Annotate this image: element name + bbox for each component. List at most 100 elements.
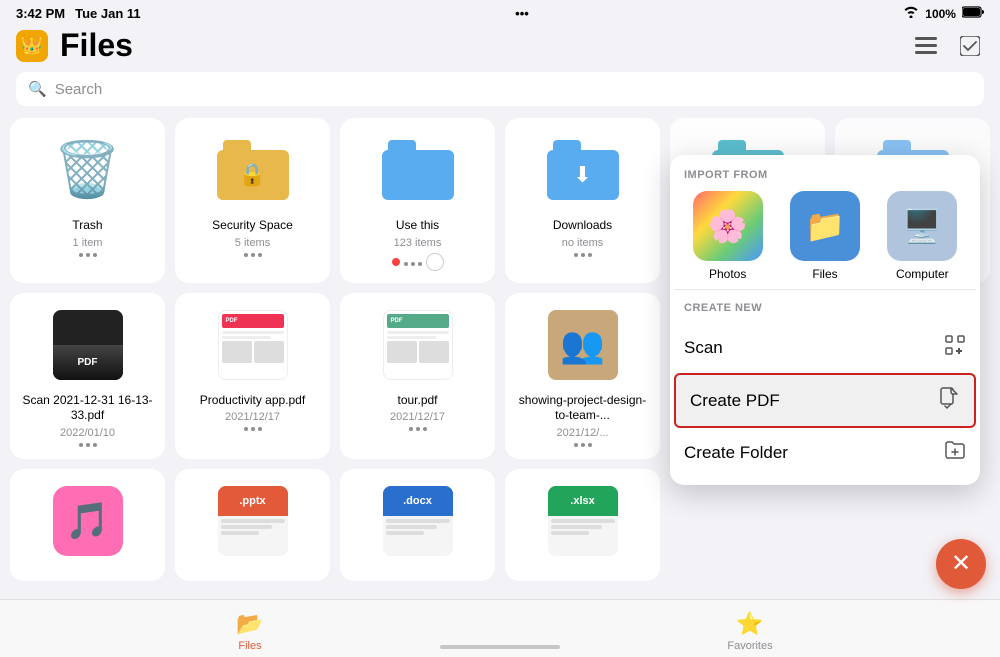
file-pptx[interactable]: .pptx bbox=[175, 469, 330, 581]
search-bar[interactable]: 🔍 Search bbox=[16, 72, 984, 106]
files-icon: 📁 bbox=[790, 191, 860, 261]
folder-icon-use-this bbox=[378, 130, 458, 210]
folder-name: Use this bbox=[396, 218, 439, 234]
status-right: 100% bbox=[903, 6, 984, 21]
file-thumb-tour: PDF bbox=[378, 305, 458, 385]
item-dots[interactable] bbox=[574, 253, 592, 257]
file-docx[interactable]: .docx bbox=[340, 469, 495, 581]
page-title: Files bbox=[60, 27, 133, 64]
favorites-tab-icon: ⭐ bbox=[736, 611, 763, 637]
create-folder-label: Create Folder bbox=[684, 443, 788, 463]
create-pdf-icon bbox=[938, 387, 960, 414]
trash-icon: 🗑️ bbox=[48, 130, 128, 210]
status-day: Tue Jan 11 bbox=[75, 6, 141, 21]
item-options bbox=[392, 253, 444, 271]
search-placeholder: Search bbox=[55, 81, 103, 98]
create-pdf-button[interactable]: Create PDF bbox=[674, 373, 976, 428]
file-thumb-pptx: .pptx bbox=[213, 481, 293, 561]
page-header: 👑 Files bbox=[0, 27, 1000, 72]
import-computer-button[interactable]: 🖥️ Computer bbox=[887, 191, 957, 281]
dropdown-menu: IMPORT FROM 🌸 Photos 📁 Files 🖥️ bbox=[670, 155, 980, 485]
create-header: CREATE NEW bbox=[670, 298, 980, 322]
folder-trash[interactable]: 🗑️ Trash 1 item bbox=[10, 118, 165, 283]
computer-icon: 🖥️ bbox=[887, 191, 957, 261]
file-date: 2021/12/17 bbox=[390, 411, 445, 423]
folder-meta: no items bbox=[562, 237, 604, 249]
file-thumb-xlsx: .xlsx bbox=[543, 481, 623, 561]
item-dots[interactable] bbox=[409, 427, 427, 431]
folder-meta: 5 items bbox=[235, 237, 270, 249]
fab-close-button[interactable]: ✕ bbox=[936, 539, 986, 589]
battery-label: 100% bbox=[925, 7, 956, 21]
file-name: tour.pdf bbox=[397, 393, 437, 409]
import-files-button[interactable]: 📁 Files bbox=[790, 191, 860, 281]
wifi-icon bbox=[903, 6, 919, 21]
import-header: IMPORT FROM bbox=[684, 169, 966, 181]
item-dots[interactable] bbox=[244, 253, 262, 257]
file-date: 2021/12/17 bbox=[225, 411, 280, 423]
tab-favorites[interactable]: ⭐ Favorites bbox=[500, 605, 1000, 652]
file-xlsx[interactable]: .xlsx bbox=[505, 469, 660, 581]
folder-name: Security Space bbox=[212, 218, 293, 234]
file-date: 2022/01/10 bbox=[60, 427, 115, 439]
file-thumb-showing: 👥 bbox=[543, 305, 623, 385]
folder-meta: 1 item bbox=[73, 237, 103, 249]
import-section: IMPORT FROM 🌸 Photos 📁 Files 🖥️ bbox=[670, 155, 980, 289]
file-date: 2021/12/... bbox=[557, 427, 609, 439]
create-section: CREATE NEW Scan Create PDF bbox=[670, 290, 980, 485]
file-thumb-docx: .docx bbox=[378, 481, 458, 561]
search-icon: 🔍 bbox=[28, 80, 47, 98]
folder-downloads[interactable]: ⬇ Downloads no items bbox=[505, 118, 660, 283]
folder-name: Downloads bbox=[553, 218, 612, 234]
file-thumb-music: 🎵 bbox=[48, 481, 128, 561]
fab-icon: ✕ bbox=[951, 552, 971, 576]
import-icons-row: 🌸 Photos 📁 Files 🖥️ Computer bbox=[684, 191, 966, 281]
battery-icon bbox=[962, 6, 984, 21]
item-dots[interactable] bbox=[79, 443, 97, 447]
scan-label: Scan bbox=[684, 338, 723, 358]
status-time: 3:42 PM bbox=[16, 6, 65, 21]
status-left: 3:42 PM Tue Jan 11 bbox=[16, 6, 141, 21]
create-folder-icon bbox=[944, 440, 966, 465]
file-thumb-productivity: PDF bbox=[213, 305, 293, 385]
folder-security-space[interactable]: 🔒 Security Space 5 items bbox=[175, 118, 330, 283]
home-indicator bbox=[440, 645, 560, 649]
file-productivity-pdf[interactable]: PDF Productivity app.pdf 2021/12/17 bbox=[175, 293, 330, 459]
status-dots: ••• bbox=[515, 6, 529, 21]
folder-meta: 123 items bbox=[394, 237, 442, 249]
files-tab-label: Files bbox=[238, 640, 261, 652]
file-showing-project[interactable]: 👥 showing-project-design-to-team-... 202… bbox=[505, 293, 660, 459]
photos-label: Photos bbox=[709, 267, 746, 281]
create-pdf-label: Create PDF bbox=[690, 391, 780, 411]
favorites-tab-label: Favorites bbox=[727, 640, 772, 652]
file-music[interactable]: 🎵 bbox=[10, 469, 165, 581]
computer-label: Computer bbox=[896, 267, 949, 281]
scan-icon bbox=[944, 334, 966, 361]
files-label: Files bbox=[812, 267, 837, 281]
create-folder-button[interactable]: Create Folder bbox=[670, 428, 980, 477]
file-tour-pdf[interactable]: PDF tour.pdf 2021/12/17 bbox=[340, 293, 495, 459]
files-tab-icon: 📂 bbox=[236, 611, 263, 637]
folder-icon-downloads: ⬇ bbox=[543, 130, 623, 210]
import-photos-button[interactable]: 🌸 Photos bbox=[693, 191, 763, 281]
folder-use-this[interactable]: Use this 123 items bbox=[340, 118, 495, 283]
status-bar: 3:42 PM Tue Jan 11 ••• 100% bbox=[0, 0, 1000, 27]
list-view-button[interactable] bbox=[912, 32, 940, 60]
folder-name: Trash bbox=[72, 218, 102, 234]
app-icon: 👑 bbox=[16, 30, 48, 62]
file-thumb-scan: PDF bbox=[48, 305, 128, 385]
item-dots[interactable] bbox=[79, 253, 97, 257]
item-dots[interactable] bbox=[574, 443, 592, 447]
select-button[interactable] bbox=[956, 32, 984, 60]
item-dots[interactable] bbox=[404, 262, 422, 266]
photos-icon: 🌸 bbox=[693, 191, 763, 261]
tab-files[interactable]: 📂 Files bbox=[0, 605, 500, 652]
file-name: Scan 2021-12-31 16-13-33.pdf bbox=[22, 393, 153, 424]
file-scan-pdf[interactable]: PDF Scan 2021-12-31 16-13-33.pdf 2022/01… bbox=[10, 293, 165, 459]
file-name: Productivity app.pdf bbox=[200, 393, 305, 409]
item-dots[interactable] bbox=[244, 427, 262, 431]
header-icons bbox=[912, 32, 984, 60]
file-name: showing-project-design-to-team-... bbox=[517, 393, 648, 424]
folder-icon-security: 🔒 bbox=[213, 130, 293, 210]
scan-button[interactable]: Scan bbox=[670, 322, 980, 373]
